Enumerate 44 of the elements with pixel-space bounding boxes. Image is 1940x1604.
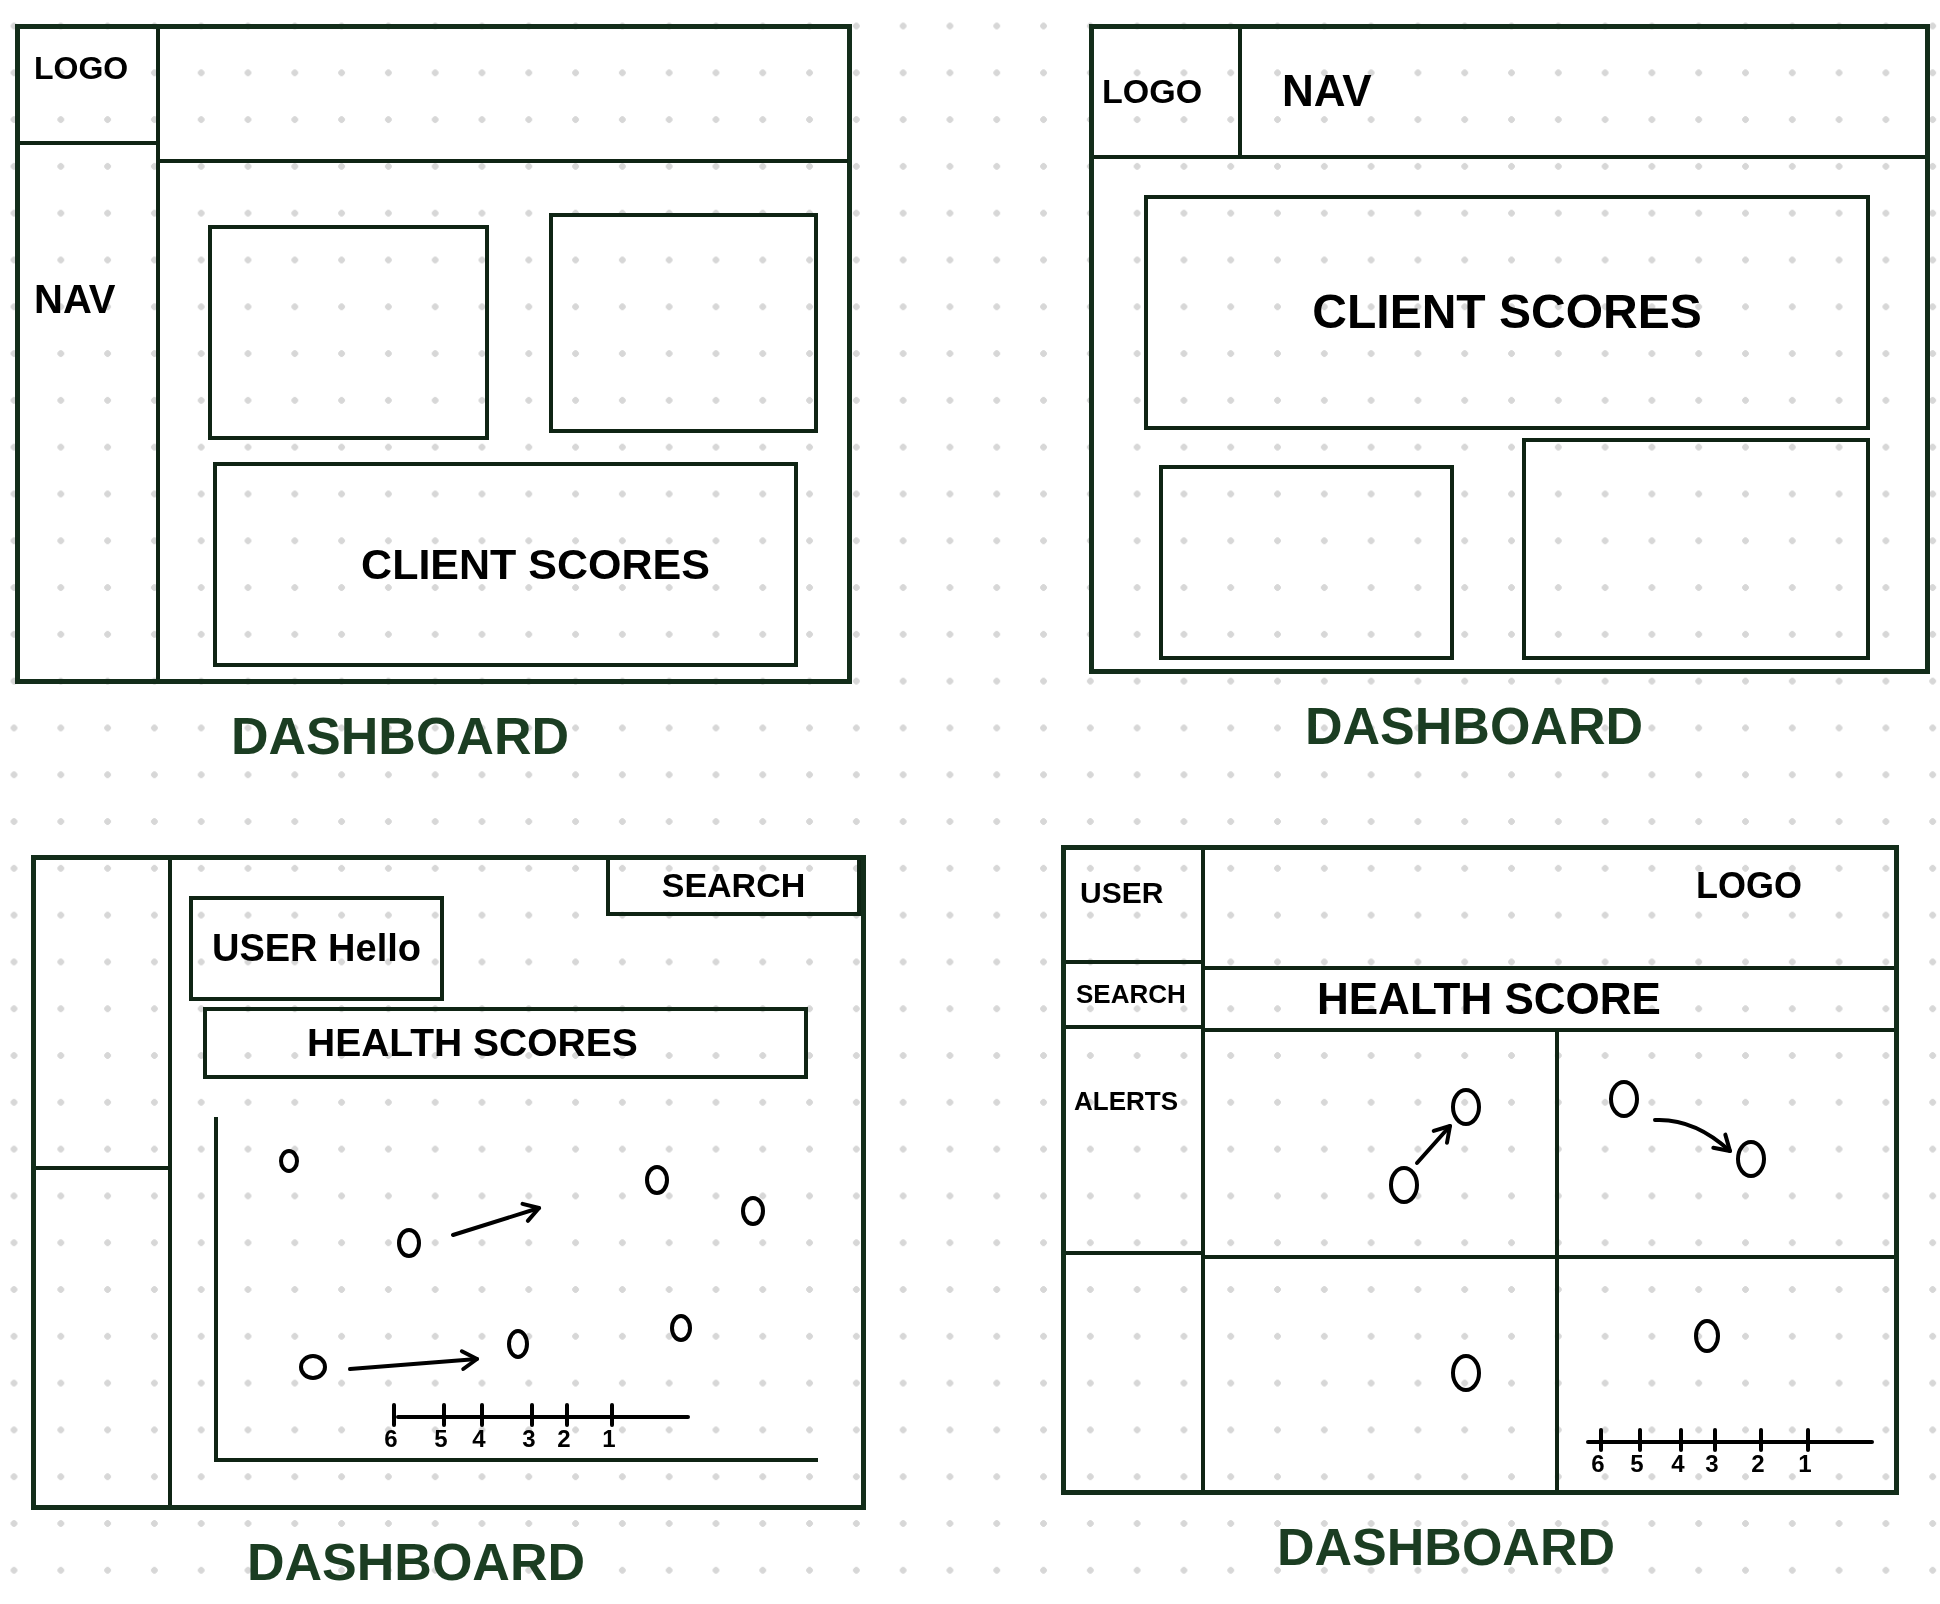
logo-label: LOGO [34, 50, 129, 86]
trend-arrow [1415, 1124, 1452, 1165]
nav-label: NAV [1282, 66, 1372, 115]
scale-label: 1 [602, 1425, 616, 1452]
data-point [1609, 1080, 1639, 1118]
section-title: HEALTH SCORE [1317, 974, 1661, 1024]
greeting-text: USER Hello [211, 927, 421, 970]
data-point [670, 1314, 692, 1342]
data-point [1736, 1140, 1766, 1178]
scale-label: 4 [472, 1425, 486, 1452]
nav-label: NAV [34, 277, 116, 321]
scale-label: 3 [522, 1425, 536, 1452]
section-title: HEALTH SCORES [307, 1021, 638, 1065]
scale-label: 2 [1751, 1450, 1765, 1477]
search-label: SEARCH [1076, 980, 1186, 1009]
data-point [645, 1165, 669, 1195]
scale-label: 5 [1630, 1450, 1644, 1477]
logo-label: LOGO [1696, 866, 1802, 906]
scale-label: 3 [1705, 1450, 1719, 1477]
data-point [1451, 1088, 1481, 1126]
data-point [507, 1329, 529, 1359]
data-point [279, 1149, 299, 1173]
logo-label: LOGO [1102, 72, 1203, 110]
sketch-caption: DASHBOARD [1277, 1521, 1615, 1573]
card-title: CLIENT SCORES [1312, 286, 1702, 339]
alerts-label: ALERTS [1074, 1086, 1178, 1116]
data-point [299, 1354, 327, 1380]
scale-label: 5 [434, 1425, 448, 1452]
scale-label: 2 [557, 1425, 571, 1452]
sketch-caption: DASHBOARD [1305, 700, 1643, 752]
scale-label: 6 [384, 1425, 398, 1452]
scale-label: 6 [1591, 1450, 1605, 1477]
search-field[interactable]: SEARCH [606, 860, 861, 916]
scale-label: 1 [1798, 1450, 1812, 1477]
data-point [741, 1196, 765, 1226]
scale-label: 4 [1671, 1450, 1685, 1477]
sketch-caption: DASHBOARD [231, 710, 569, 762]
data-point [1389, 1166, 1419, 1204]
card-title: CLIENT SCORES [361, 540, 710, 589]
data-point [1451, 1354, 1481, 1392]
data-point [1694, 1319, 1720, 1353]
data-point [397, 1228, 421, 1258]
sketch-caption: DASHBOARD [247, 1536, 585, 1588]
user-label: USER [1080, 876, 1164, 909]
